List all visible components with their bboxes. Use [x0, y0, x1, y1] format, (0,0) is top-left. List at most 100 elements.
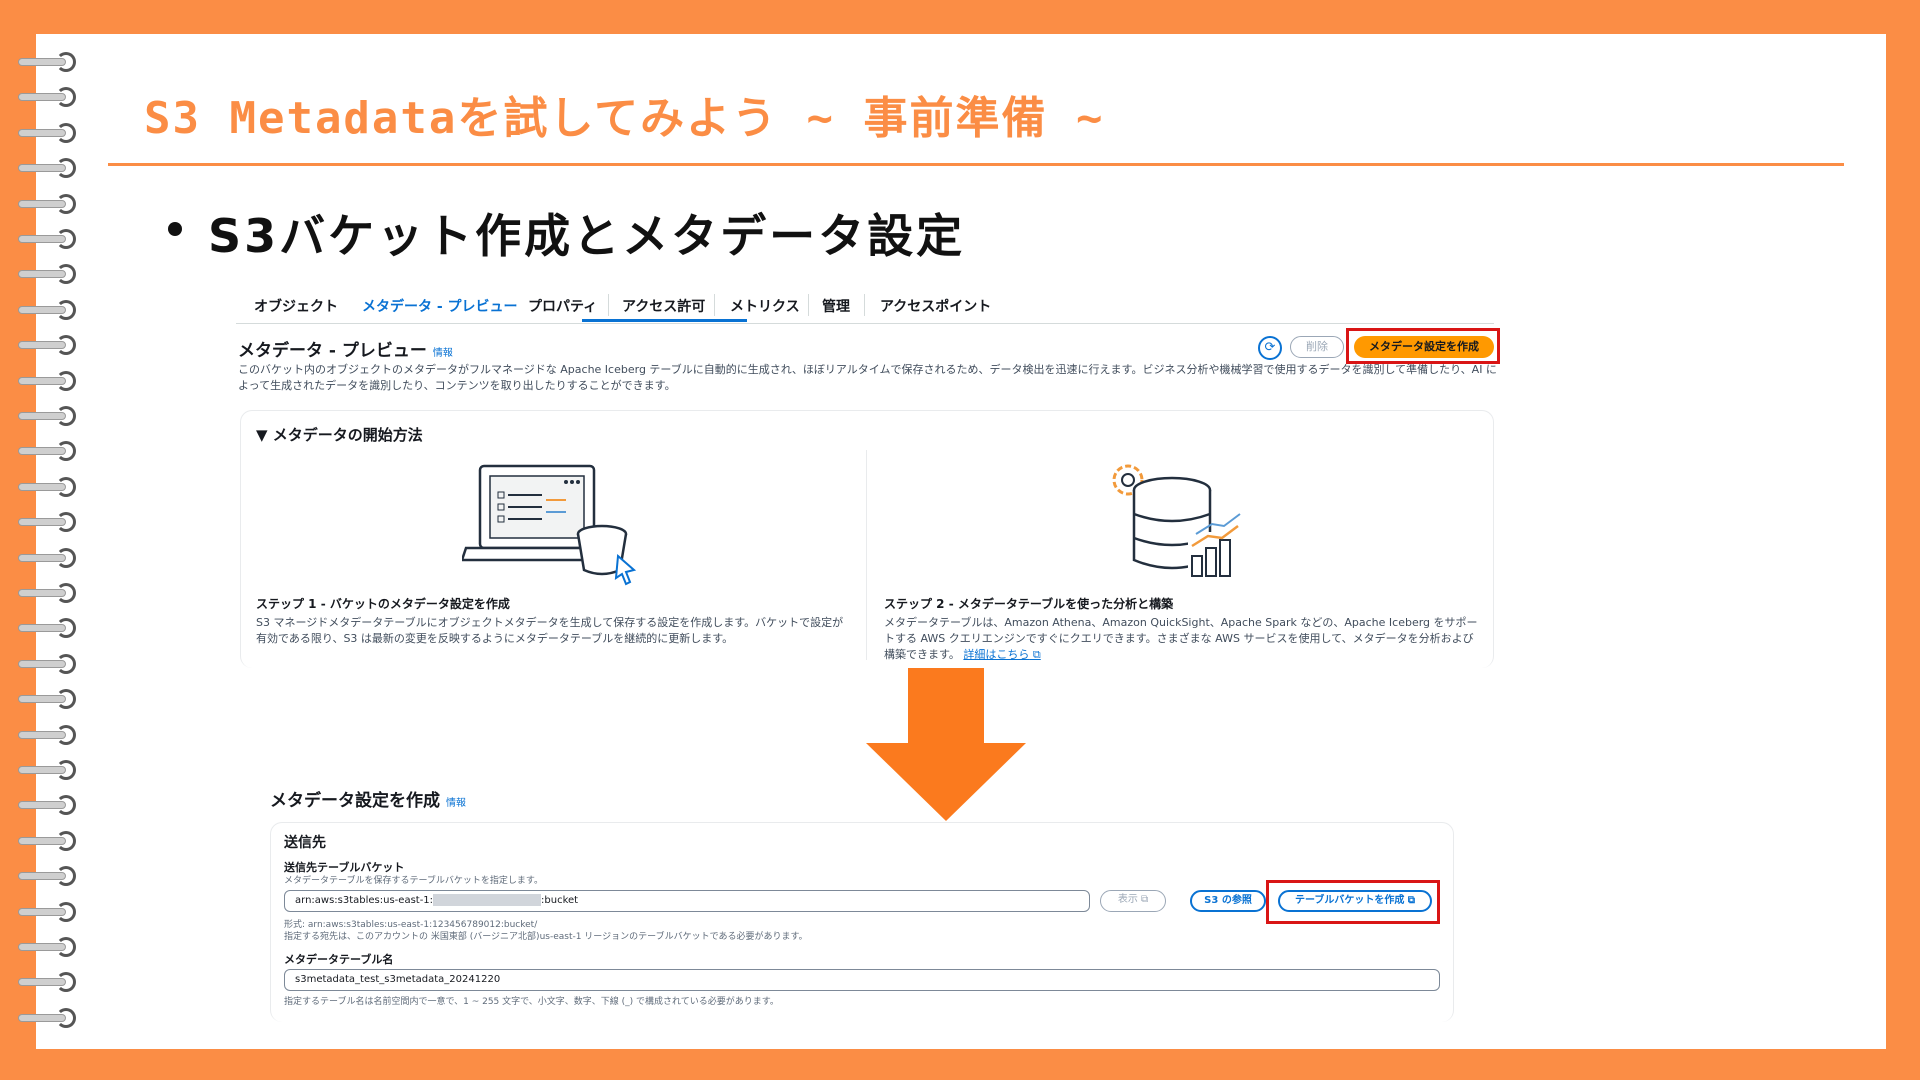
ring-loop	[56, 795, 76, 816]
delete-button[interactable]: 削除	[1290, 336, 1344, 358]
slide-title: S3 Metadataを試してみよう ~ 事前準備 ~	[144, 93, 1105, 144]
binding-ring	[18, 864, 80, 888]
binding-ring	[18, 652, 80, 676]
binding-ring	[18, 758, 80, 782]
ring-loop	[56, 512, 76, 533]
active-tab-indicator	[582, 319, 747, 322]
create-form-title-text: メタデータ設定を作成	[270, 791, 440, 811]
info-link[interactable]: 情報	[446, 798, 466, 809]
tab-separator	[714, 294, 715, 316]
learn-more-link[interactable]: 詳細はこちら	[963, 648, 1029, 661]
tab-objects[interactable]: オブジェクト	[254, 296, 338, 316]
ring-loop	[56, 583, 76, 603]
refresh-icon: ⟳	[1264, 340, 1276, 355]
ring-loop	[56, 724, 76, 745]
getting-started-title[interactable]: ▼ メタデータの開始方法	[256, 424, 423, 445]
ring-loop	[56, 229, 76, 249]
ring-loop	[56, 87, 76, 108]
tab-management[interactable]: 管理	[822, 296, 850, 316]
metadata-panel-title-text: メタデータ - プレビュー	[238, 341, 427, 361]
tab-permissions[interactable]: アクセス許可	[622, 296, 705, 316]
step2-title: ステップ 2 - メタデータテーブルを使った分析と構築	[884, 597, 1174, 611]
browse-s3-button[interactable]: S3 の参照	[1190, 890, 1266, 912]
create-form-title: メタデータ設定を作成 情報	[270, 786, 466, 811]
bullet-text: S3バケット作成とメタデータ設定	[208, 209, 966, 263]
ring-loop	[56, 335, 76, 356]
ring-loop	[56, 299, 76, 320]
region-hint: 指定する宛先は、このアカウントの 米国東部 (バージニア北部)us-east-1…	[284, 932, 808, 942]
binding-ring	[18, 1006, 80, 1030]
binding-ring	[18, 50, 80, 74]
laptop-bucket-illustration	[462, 464, 637, 586]
binding-ring	[18, 475, 80, 499]
binding-ring	[18, 581, 80, 605]
external-link-icon: ⧉	[1141, 894, 1149, 905]
masked-account-id	[433, 894, 542, 906]
ring-loop	[56, 653, 76, 674]
table-name-hint: 指定するテーブル名は名前空間内で一意で、1 ~ 255 文字で、小文字、数字、下…	[284, 997, 779, 1007]
card-divider	[866, 450, 867, 660]
ring-loop	[56, 830, 76, 851]
tab-metadata-preview[interactable]: メタデータ - プレビュー	[362, 296, 518, 316]
ring-loop	[56, 618, 76, 639]
ring-loop	[56, 441, 76, 462]
ring-loop	[56, 547, 76, 568]
binding-ring	[18, 298, 80, 322]
ring-loop	[56, 760, 76, 780]
binding-ring	[18, 369, 80, 393]
binding-ring	[18, 404, 80, 428]
binding-ring	[18, 227, 80, 251]
ring-loop	[56, 937, 76, 957]
binding-ring	[18, 723, 80, 747]
binding-ring	[18, 121, 80, 145]
table-name-label: メタデータテーブル名	[284, 953, 394, 966]
tab-properties[interactable]: プロパティ	[528, 296, 597, 316]
ring-loop	[56, 193, 76, 214]
down-arrow-head	[866, 743, 1026, 821]
ring-loop	[56, 1007, 76, 1028]
bullet-dot	[168, 222, 182, 236]
binding-ring	[18, 85, 80, 109]
bucket-arn-input[interactable]: arn:aws:s3tables:us-east-1: :bucket	[284, 890, 1090, 912]
binding-ring	[18, 935, 80, 959]
ring-loop	[56, 122, 76, 143]
binding-ring	[18, 156, 80, 180]
ring-loop	[56, 866, 76, 887]
s3-bucket-tabs: オブジェクト メタデータ - プレビュー プロパティ アクセス許可 メトリクス …	[236, 288, 1494, 324]
ring-loop	[56, 476, 76, 497]
binding-ring	[18, 687, 80, 711]
binding-ring	[18, 829, 80, 853]
metadata-panel-description: このバケット内のオブジェクトのメタデータがフルマネージドな Apache Ice…	[238, 363, 1497, 392]
down-arrow-icon	[908, 668, 984, 744]
ring-loop	[56, 264, 76, 285]
info-link[interactable]: 情報	[433, 348, 453, 359]
refresh-button[interactable]: ⟳	[1258, 336, 1282, 360]
binding-ring	[18, 900, 80, 924]
ring-loop	[56, 406, 76, 426]
binding-ring	[18, 546, 80, 570]
bucket-arn-suffix: :bucket	[541, 895, 579, 906]
destination-section-title: 送信先	[284, 835, 326, 851]
tab-separator	[808, 294, 809, 316]
ring-loop	[56, 901, 76, 922]
step2-description: メタデータテーブルは、Amazon Athena、Amazon QuickSig…	[884, 615, 1482, 663]
ring-loop	[56, 52, 76, 72]
step1-description: S3 マネージドメタデータテーブルにオブジェクトメタデータを生成して保存する設定…	[256, 616, 844, 645]
database-analytics-illustration	[1112, 464, 1244, 578]
table-name-input[interactable]: s3metadata_test_s3metadata_20241220	[284, 969, 1440, 991]
view-button[interactable]: 表示 ⧉	[1100, 890, 1166, 912]
ring-loop	[56, 158, 76, 179]
title-divider	[108, 163, 1844, 166]
notebook-binding	[18, 50, 80, 1028]
tab-metrics[interactable]: メトリクス	[730, 296, 800, 316]
highlight-box	[1266, 880, 1440, 924]
tab-access-points[interactable]: アクセスポイント	[880, 296, 991, 316]
tab-separator	[864, 294, 865, 316]
binding-ring	[18, 333, 80, 357]
tab-separator	[608, 294, 609, 316]
view-button-label: 表示	[1117, 894, 1138, 905]
bucket-arn-prefix: arn:aws:s3tables:us-east-1:	[295, 895, 434, 906]
metadata-panel-title: メタデータ - プレビュー 情報	[238, 336, 453, 361]
binding-ring	[18, 262, 80, 286]
binding-ring	[18, 970, 80, 994]
